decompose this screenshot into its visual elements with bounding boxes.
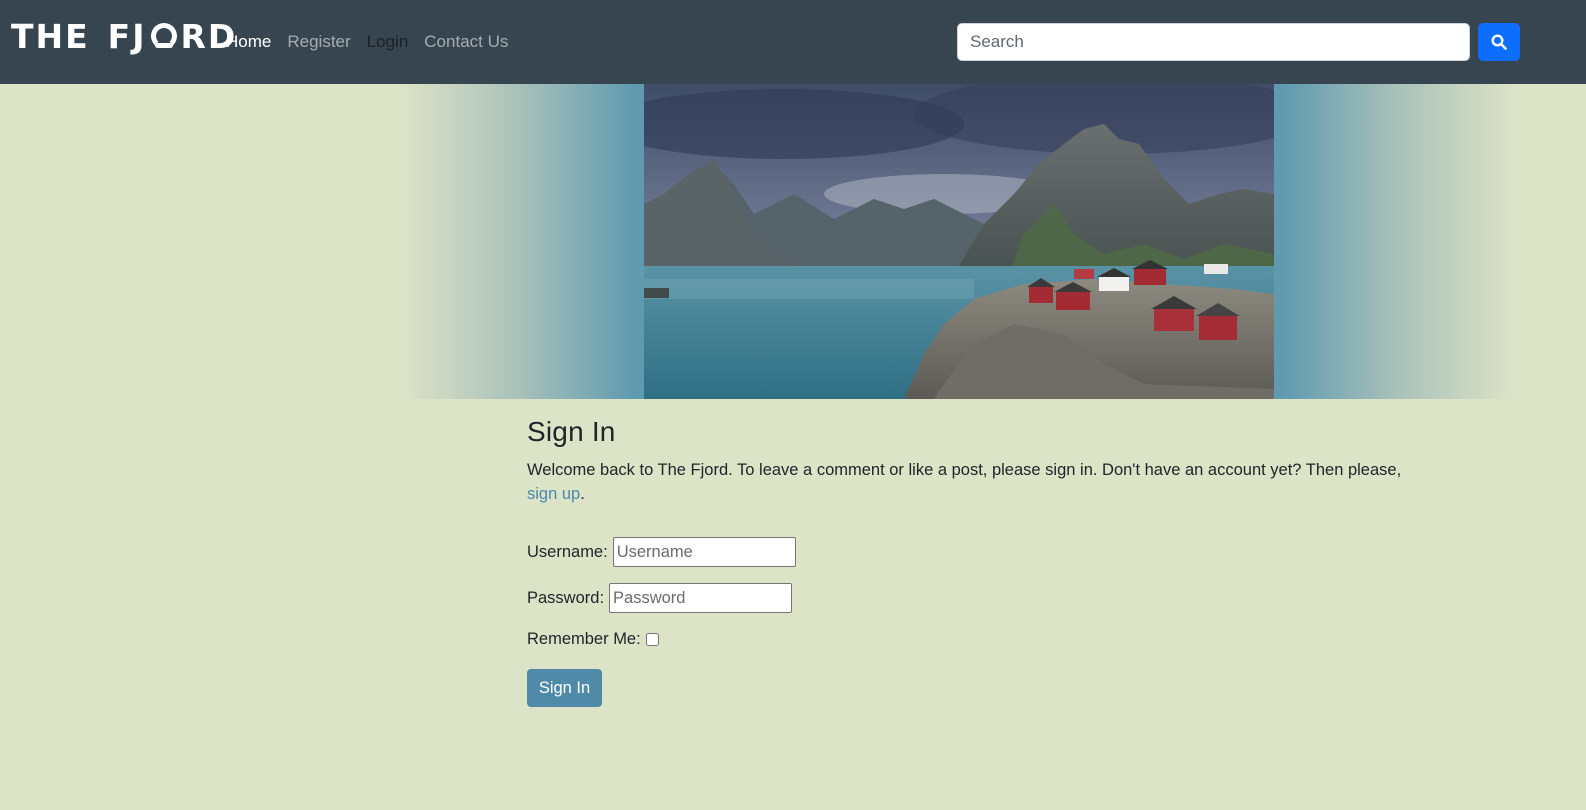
page-title: Sign In <box>527 416 616 447</box>
hero-image <box>644 84 1274 399</box>
remember-checkbox[interactable] <box>645 633 659 646</box>
remember-row: Remember Me: <box>527 630 659 649</box>
search-input[interactable] <box>957 23 1470 61</box>
password-field[interactable] <box>609 583 793 613</box>
intro-end: . <box>580 485 585 503</box>
nav-login-link[interactable]: Login <box>359 30 417 54</box>
search-icon <box>1491 34 1507 50</box>
username-field[interactable] <box>612 537 796 567</box>
nav-home-link[interactable]: Home <box>218 30 279 54</box>
navbar: THE FJ RD Home Register Login Contact Us <box>0 0 1586 84</box>
signin-button[interactable]: Sign In <box>527 669 602 707</box>
nav-register-link[interactable]: Register <box>279 30 358 54</box>
brand-o-glyph <box>149 22 179 52</box>
fjord-landscape-illustration <box>644 84 1274 399</box>
remember-label: Remember Me: <box>527 630 641 648</box>
brand-word-fj: FJ <box>107 17 147 56</box>
username-label: Username: <box>527 542 608 561</box>
intro-paragraph: Welcome back to The Fjord. To leave a co… <box>527 458 1407 506</box>
nav-links: Home Register Login Contact Us <box>218 30 516 54</box>
brand-logo[interactable]: THE FJ RD <box>11 20 237 54</box>
nav-contact-link[interactable]: Contact Us <box>416 30 516 54</box>
brand-word-the: THE <box>11 17 90 56</box>
search-button[interactable] <box>1478 23 1520 61</box>
intro-text: Welcome back to The Fjord. To leave a co… <box>527 461 1402 479</box>
signin-content: Sign In Welcome back to The Fjord. To le… <box>527 414 1407 506</box>
password-row: Password: <box>527 583 793 613</box>
username-row: Username: <box>527 537 796 567</box>
password-label: Password: <box>527 588 605 607</box>
signup-link[interactable]: sign up <box>527 485 580 503</box>
